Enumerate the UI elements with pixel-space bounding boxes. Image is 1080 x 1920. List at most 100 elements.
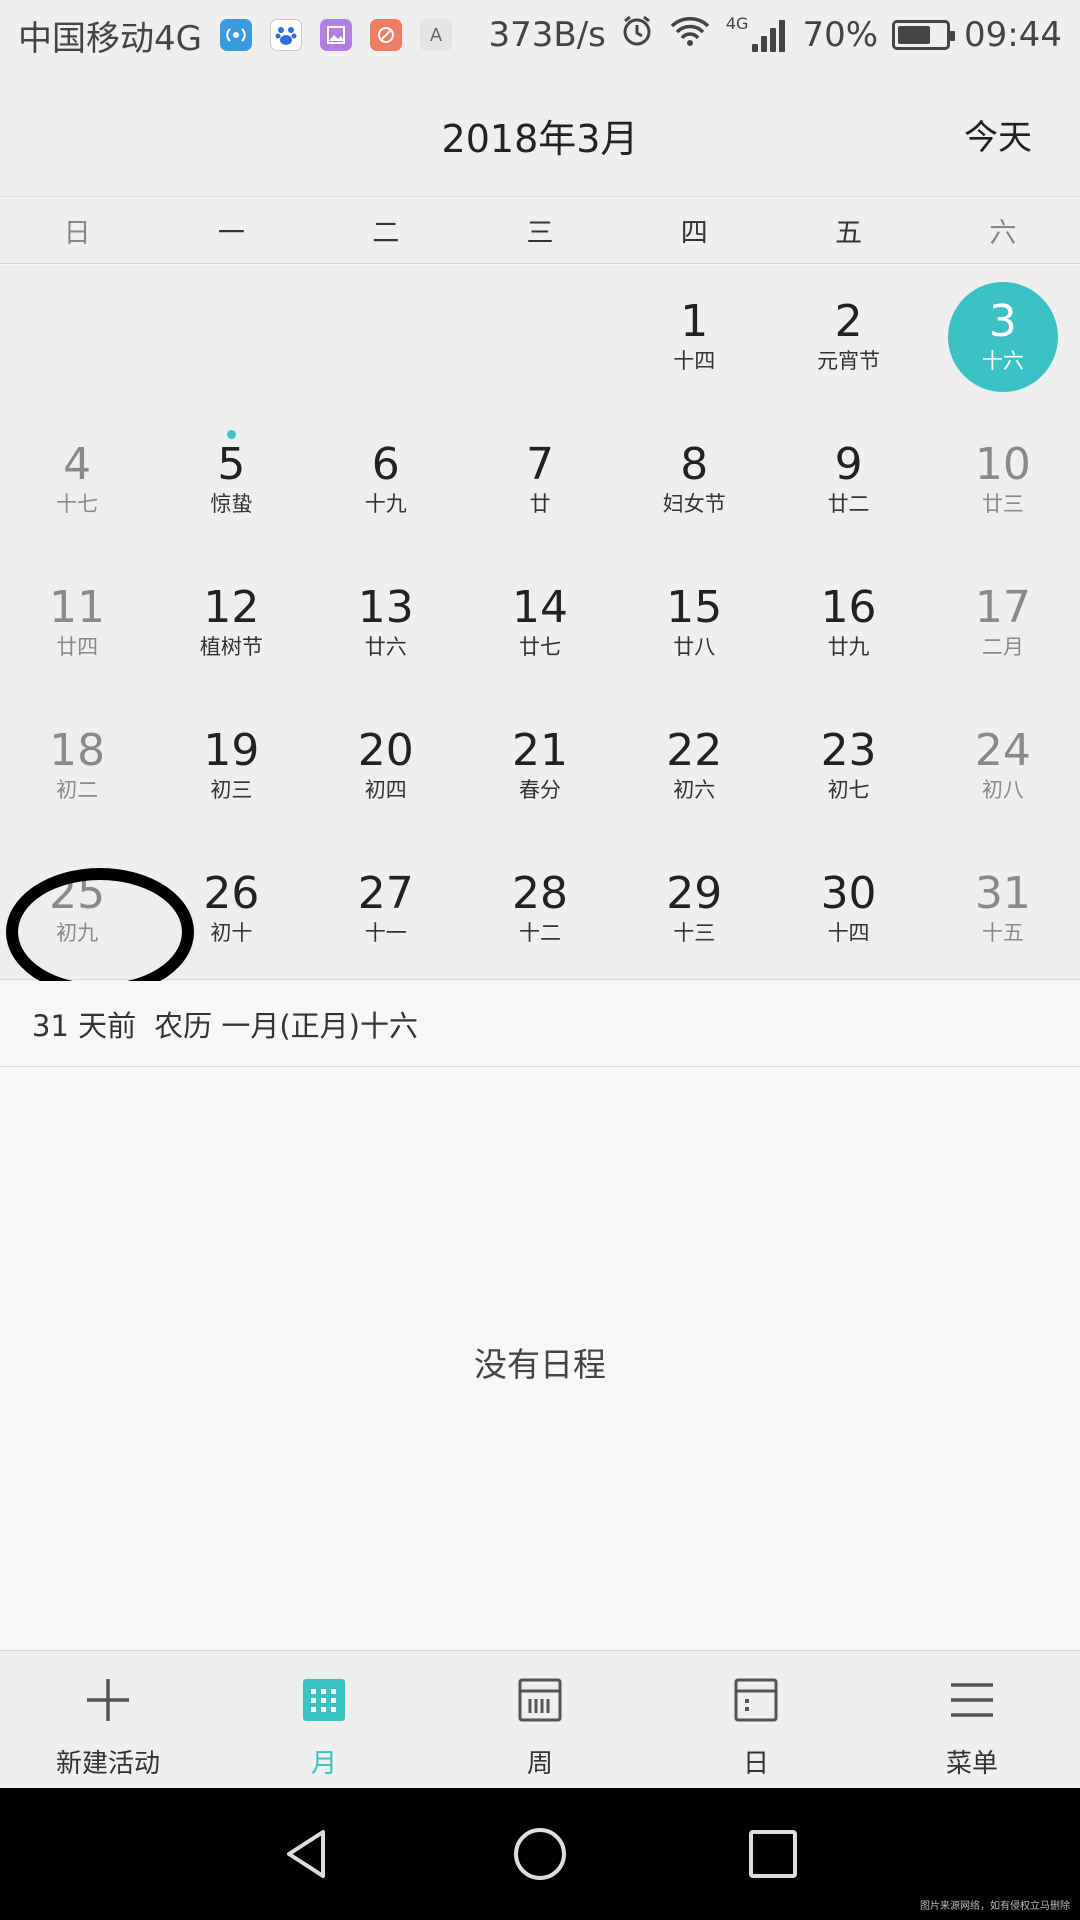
day-number: 2 <box>834 295 863 347</box>
app-icon <box>369 19 402 51</box>
day-number: 6 <box>371 438 400 490</box>
network-type: 4G <box>725 13 749 33</box>
day-cell[interactable]: 25 初九 <box>0 837 154 980</box>
day-cell[interactable]: 15 廿八 <box>617 551 771 694</box>
day-cell[interactable]: 7廿 <box>463 408 617 551</box>
day-cell[interactable]: 3 十六 <box>926 265 1080 408</box>
day-cell[interactable]: 6 十九 <box>309 408 463 551</box>
day-cell[interactable]: 24 初八 <box>926 694 1080 837</box>
day-number: 1 <box>680 295 709 347</box>
back-icon[interactable] <box>279 1826 335 1882</box>
day-cell[interactable]: 26 初十 <box>154 837 308 980</box>
day-cell[interactable]: 29 十三 <box>617 837 771 980</box>
day-cell[interactable]: 4 十七 <box>0 408 154 551</box>
day-cell[interactable]: 12 植树节 <box>154 551 308 694</box>
empty-day-cell <box>154 265 308 408</box>
status-bar: 中国移动4G A 373B/s 4G 70% 09:44 <box>0 0 1080 70</box>
day-cell[interactable]: 13 廿六 <box>309 551 463 694</box>
day-number: 30 <box>820 867 877 919</box>
day-number: 21 <box>511 724 568 776</box>
day-cell[interactable]: 14 廿七 <box>463 551 617 694</box>
tab-week[interactable]: 周 <box>432 1651 648 1788</box>
bottom-toolbar: 新建活动 月 周 日 菜单 <box>0 1650 1080 1788</box>
lunar-label: 十二 <box>518 920 561 945</box>
gallery-icon <box>319 19 352 51</box>
day-cell[interactable]: 2 元宵节 <box>771 265 925 408</box>
day-cell[interactable]: 11 廿四 <box>0 551 154 694</box>
menu-button[interactable]: 菜单 <box>864 1651 1080 1788</box>
lunar-label: 妇女节 <box>662 491 726 516</box>
day-number: 24 <box>974 724 1031 776</box>
relative-date: 31 天前 <box>32 1008 137 1043</box>
day-cell[interactable]: 19 初三 <box>154 694 308 837</box>
lunar-label: 初二 <box>56 777 99 802</box>
empty-day-cell <box>463 265 617 408</box>
day-cell[interactable]: 27 十一 <box>309 837 463 980</box>
day-number: 23 <box>820 724 877 776</box>
day-cell[interactable]: 17 二月 <box>926 551 1080 694</box>
day-cell[interactable]: 1 十四 <box>617 265 771 408</box>
wifi-icon <box>668 14 712 57</box>
status-right: 373B/s 4G 70% 09:44 <box>474 14 1062 57</box>
net-speed: 373B/s <box>488 15 606 55</box>
weekday-label: 四 <box>680 218 708 249</box>
tab-day[interactable]: 日 <box>648 1651 864 1788</box>
weekday-label: 五 <box>835 218 863 249</box>
new-event-label: 新建活动 <box>55 1749 160 1779</box>
day-cell[interactable]: 31 十五 <box>926 837 1080 980</box>
day-number: 19 <box>203 724 260 776</box>
lunar-label: 十六 <box>981 348 1024 373</box>
lunar-label: 十五 <box>981 920 1024 945</box>
battery-percent: 70% <box>802 15 879 55</box>
recents-icon[interactable] <box>745 1826 801 1882</box>
day-number: 22 <box>666 724 723 776</box>
lunar-label: 廿 <box>529 491 551 516</box>
day-number: 4 <box>63 438 92 490</box>
day-cell[interactable]: 5 惊蛰 <box>154 408 308 551</box>
day-cell[interactable]: 9 廿二 <box>771 408 925 551</box>
menu-label: 菜单 <box>945 1749 998 1779</box>
menu-icon <box>951 1683 993 1717</box>
day-number: 9 <box>834 438 863 490</box>
empty-day-cell <box>309 265 463 408</box>
day-number: 16 <box>820 581 877 633</box>
lunar-label: 初八 <box>981 777 1024 802</box>
tab-day-label: 日 <box>742 1749 769 1779</box>
weekday-label: 二 <box>372 218 400 249</box>
lunar-label: 二月 <box>981 634 1024 659</box>
day-number: 11 <box>49 581 106 633</box>
day-cell[interactable]: 28 十二 <box>463 837 617 980</box>
day-cell[interactable]: 16 廿九 <box>771 551 925 694</box>
baidu-icon <box>269 19 302 51</box>
day-cell[interactable]: 21 春分 <box>463 694 617 837</box>
lunar-label: 植树节 <box>199 634 263 659</box>
day-cell[interactable]: 8 妇女节 <box>617 408 771 551</box>
tab-month[interactable]: 月 <box>216 1651 432 1788</box>
carrier-name: 中国移动4G <box>18 18 202 59</box>
lunar-label: 初六 <box>673 777 716 802</box>
battery-icon <box>892 20 956 50</box>
clock: 09:44 <box>964 15 1062 55</box>
day-number: 25 <box>49 867 106 919</box>
day-cell[interactable]: 10 廿三 <box>926 408 1080 551</box>
day-number: 31 <box>974 867 1031 919</box>
date-info: 31 天前 农历 一月(正月)十六 <box>0 981 1080 1067</box>
battery-fill <box>898 26 931 44</box>
lunar-label: 十一 <box>364 920 407 945</box>
lunar-label: 廿九 <box>827 634 870 659</box>
day-cell[interactable]: 20 初四 <box>309 694 463 837</box>
home-icon[interactable] <box>512 1826 568 1882</box>
lunar-label: 初十 <box>210 920 253 945</box>
day-number: 26 <box>203 867 260 919</box>
day-number: 10 <box>974 438 1031 490</box>
new-event-button[interactable]: 新建活动 <box>0 1651 216 1788</box>
week-view-icon <box>518 1678 562 1722</box>
day-cell[interactable]: 23 初七 <box>771 694 925 837</box>
lunar-label: 廿四 <box>56 634 99 659</box>
today-button[interactable]: 今天 <box>964 110 1032 159</box>
keyboard-icon: A <box>419 19 452 51</box>
day-cell[interactable]: 30 十四 <box>771 837 925 980</box>
day-cell[interactable]: 18 初二 <box>0 694 154 837</box>
month-title[interactable]: 2018年3月 <box>0 108 1080 163</box>
day-cell[interactable]: 22 初六 <box>617 694 771 837</box>
